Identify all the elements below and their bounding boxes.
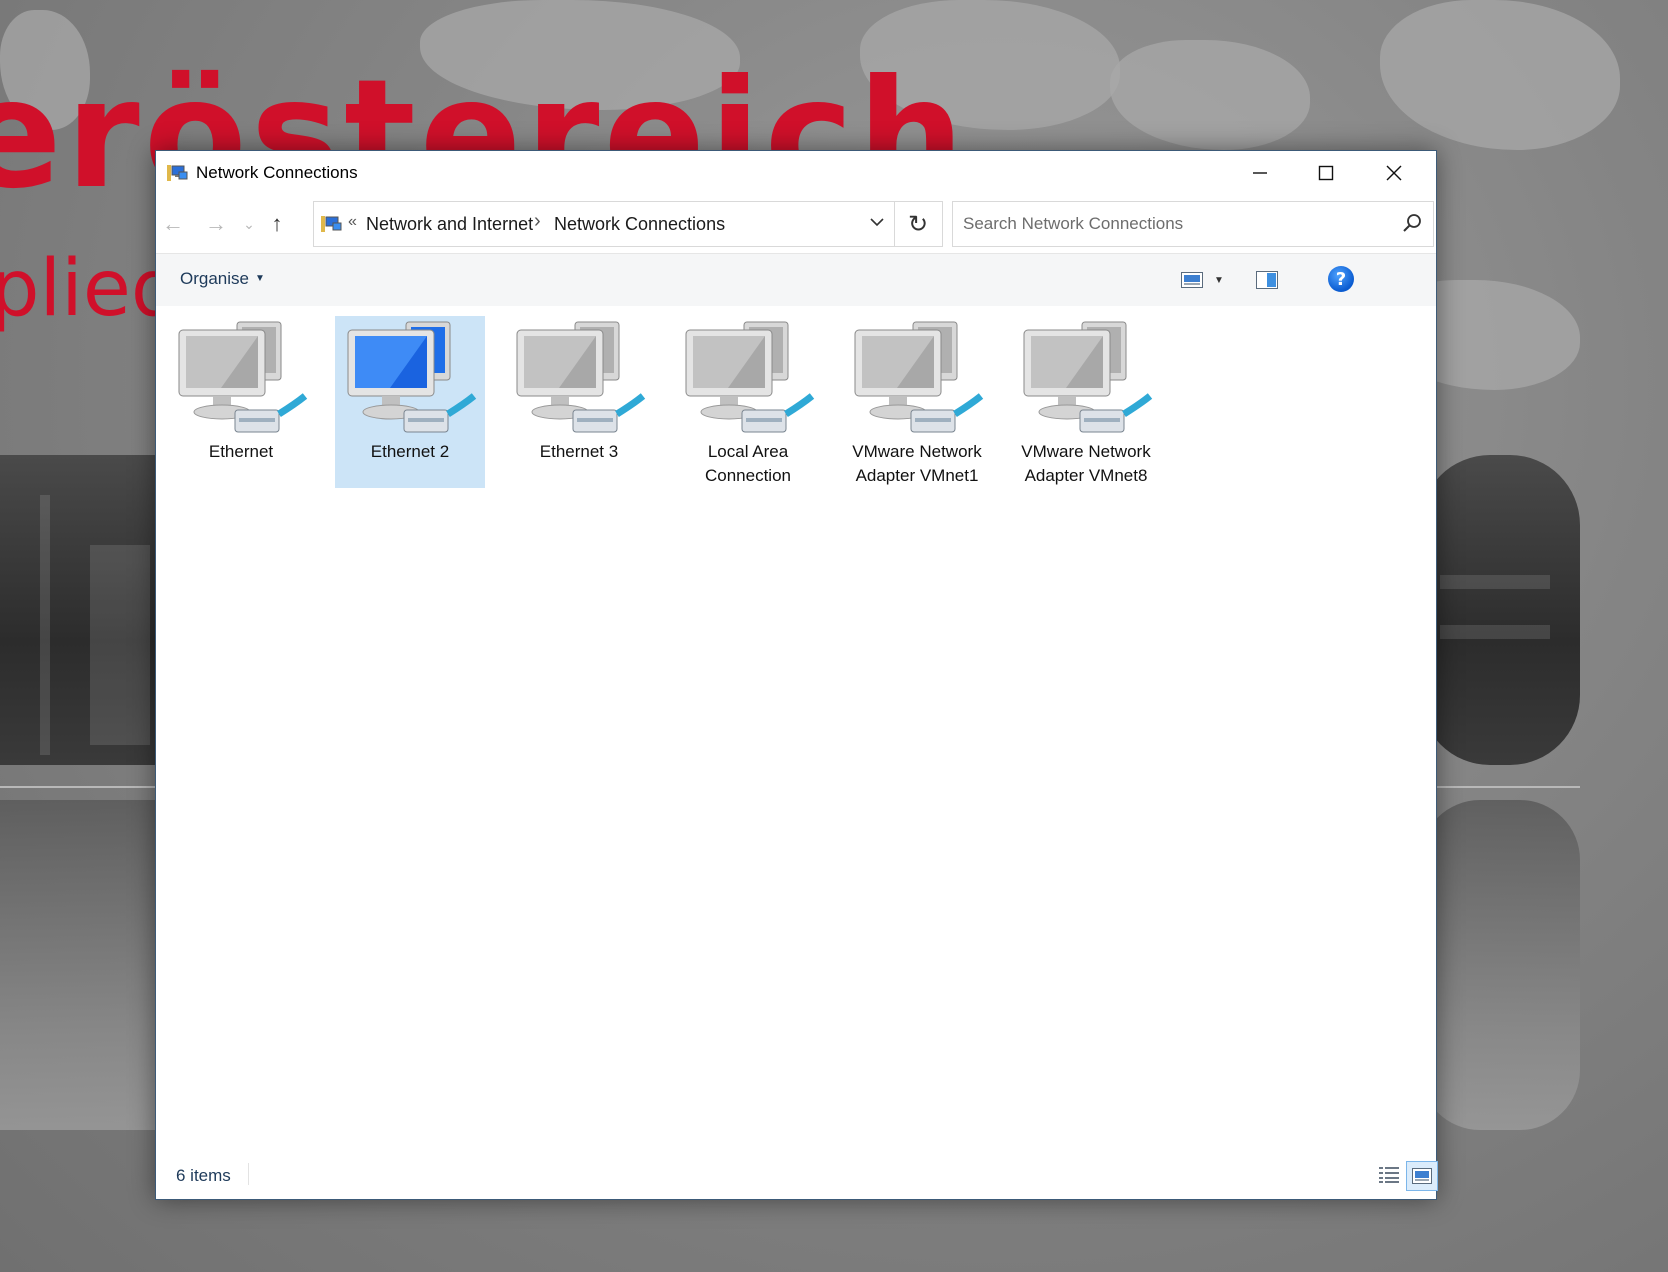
details-view-button[interactable] <box>1374 1161 1404 1189</box>
wallpaper-reflection-right <box>1420 800 1580 1130</box>
details-view-icon <box>1379 1167 1399 1183</box>
connection-label: Ethernet 3 <box>539 442 619 461</box>
connection-label: VMware Network Adapter VMnet8 <box>1021 442 1151 485</box>
preview-pane-button[interactable] <box>1256 266 1278 294</box>
wallpaper-map-shape <box>1380 0 1620 150</box>
forward-button[interactable]: → <box>201 209 231 239</box>
connections-list: Ethernet Ethernet 2 Ethernet 3 Local Are… <box>156 306 1436 1151</box>
large-icons-view-icon <box>1181 272 1203 288</box>
connection-label: Local Area Connection <box>704 442 791 485</box>
minimize-button[interactable] <box>1226 151 1294 195</box>
wallpaper-map-shape <box>1110 40 1310 150</box>
address-history-dropdown[interactable] <box>870 214 884 232</box>
organise-menu-button[interactable]: Organise ▼ <box>180 269 265 289</box>
address-overflow-chevron[interactable]: « <box>348 213 357 231</box>
network-adapter-icon <box>1023 321 1153 433</box>
connection-label: Ethernet <box>208 442 274 461</box>
help-icon: ? <box>1335 268 1347 290</box>
breadcrumb-network-connections[interactable]: Network Connections <box>554 214 725 235</box>
network-adapter-icon <box>347 321 477 433</box>
refresh-button[interactable]: ↻ <box>894 201 943 247</box>
search-input[interactable]: Search Network Connections <box>963 214 1183 234</box>
network-adapter-icon <box>516 321 646 433</box>
close-icon <box>1386 165 1402 181</box>
chevron-down-icon <box>870 218 884 227</box>
connection-item-local-area-connection[interactable]: Local Area Connection <box>673 316 823 488</box>
caret-down-icon: ▼ <box>1214 274 1224 286</box>
organise-label: Organise <box>180 269 249 288</box>
up-button[interactable]: ↑ <box>262 209 292 239</box>
wallpaper-brand-subtext: plied <box>0 244 181 334</box>
breadcrumb-separator[interactable]: › <box>534 210 541 233</box>
network-connections-window: Network Connections ← → ⌄ ↑ « Network an… <box>155 150 1438 1200</box>
large-icons-view-button[interactable] <box>1406 1161 1438 1191</box>
recent-locations-button[interactable]: ⌄ <box>234 209 264 239</box>
network-adapter-icon <box>685 321 815 433</box>
status-bar: 6 items <box>156 1151 1438 1199</box>
command-bar: Organise ▼ ▼ ? <box>156 253 1436 307</box>
close-button[interactable] <box>1360 151 1428 195</box>
connection-item-vmware-vmnet1[interactable]: VMware Network Adapter VMnet1 <box>842 316 992 488</box>
maximize-icon <box>1318 165 1334 181</box>
network-folder-icon <box>167 165 188 181</box>
connection-item-ethernet[interactable]: Ethernet <box>166 316 316 488</box>
connection-label: VMware Network Adapter VMnet1 <box>852 442 982 485</box>
item-count: 6 items <box>176 1166 231 1185</box>
navigation-bar: ← → ⌄ ↑ « Network and Internet › Network… <box>156 195 1436 253</box>
maximize-button[interactable] <box>1292 151 1360 195</box>
network-folder-icon <box>321 216 342 232</box>
preview-pane-icon <box>1256 271 1278 289</box>
connection-item-ethernet-2[interactable]: Ethernet 2 <box>335 316 485 488</box>
back-button[interactable]: ← <box>158 209 188 239</box>
caret-down-icon: ▼ <box>254 273 265 284</box>
address-bar[interactable]: « Network and Internet › Network Connect… <box>313 201 895 247</box>
view-options-dropdown[interactable]: ▼ <box>1214 266 1224 294</box>
status-divider <box>248 1163 249 1185</box>
search-box[interactable]: Search Network Connections <box>952 201 1434 247</box>
minimize-icon <box>1253 172 1267 174</box>
search-icon[interactable] <box>1401 212 1423 234</box>
network-adapter-icon <box>178 321 308 433</box>
title-bar[interactable]: Network Connections <box>156 151 1436 195</box>
large-icons-view-icon <box>1412 1168 1432 1184</box>
wallpaper-photo-right <box>1420 455 1580 765</box>
help-button[interactable]: ? <box>1328 266 1354 292</box>
connection-item-ethernet-3[interactable]: Ethernet 3 <box>504 316 654 488</box>
network-adapter-icon <box>854 321 984 433</box>
breadcrumb-network-and-internet[interactable]: Network and Internet <box>366 214 533 235</box>
connection-item-vmware-vmnet8[interactable]: VMware Network Adapter VMnet8 <box>1011 316 1161 488</box>
window-title: Network Connections <box>196 163 358 182</box>
change-view-button[interactable] <box>1181 266 1203 294</box>
connection-label: Ethernet 2 <box>370 442 450 461</box>
